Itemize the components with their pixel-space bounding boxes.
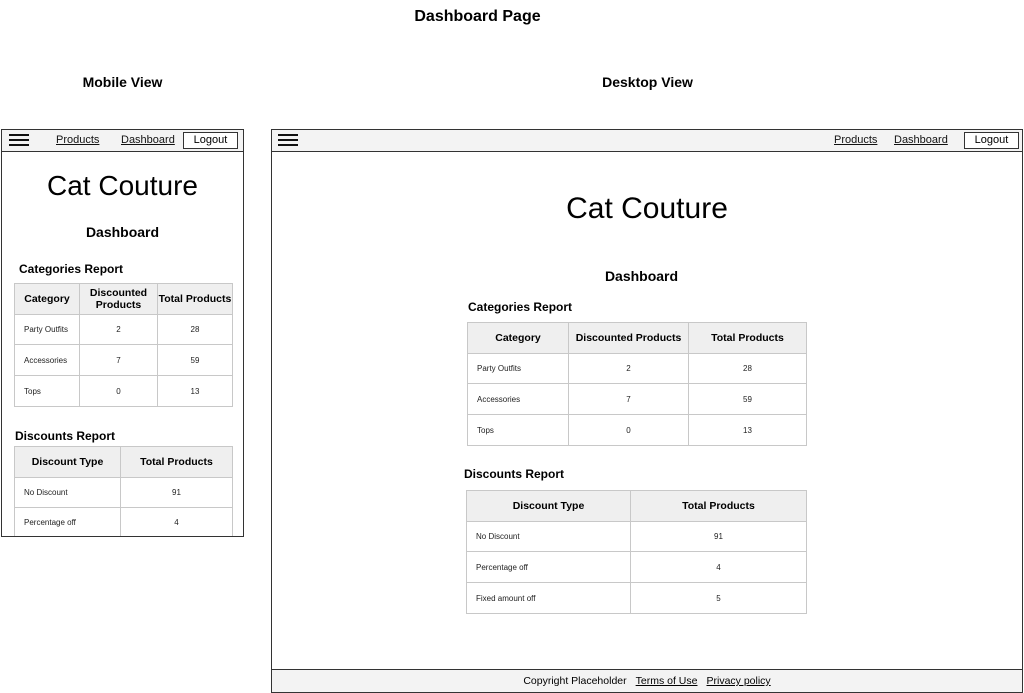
dashboard-heading: Dashboard xyxy=(85,224,160,240)
table-cell: 13 xyxy=(688,414,807,446)
desktop-view-label: Desktop View xyxy=(602,74,693,90)
nav-dashboard-link[interactable]: Dashboard xyxy=(121,134,175,146)
table-cell: 7 xyxy=(79,344,158,376)
table-cell: 59 xyxy=(688,383,807,415)
hamburger-menu-icon[interactable] xyxy=(9,134,29,147)
desktop-frame: Products Dashboard Logout Cat Couture Da… xyxy=(271,129,1023,693)
table-row: Party Outfits 2 28 xyxy=(467,353,807,384)
table-cell: 7 xyxy=(568,383,689,415)
hamburger-menu-icon[interactable] xyxy=(278,134,298,147)
categories-report-heading: Categories Report xyxy=(468,300,573,314)
discounts-table: Discount Type Total Products No Discount… xyxy=(466,490,807,614)
table-row: Tops 0 13 xyxy=(14,375,233,407)
column-header: Total Products xyxy=(157,283,233,315)
table-cell: 5 xyxy=(630,582,807,614)
table-row: Accessories 7 59 xyxy=(14,344,233,376)
table-cell: Tops xyxy=(467,414,569,446)
logout-button[interactable]: Logout xyxy=(183,132,238,149)
table-cell: Percentage off xyxy=(14,507,121,536)
column-header: Discount Type xyxy=(466,490,631,522)
discounts-table: Discount Type Total Products No Discount… xyxy=(14,446,233,536)
table-cell: 4 xyxy=(630,551,807,583)
table-cell: 2 xyxy=(79,314,158,345)
discounts-report-heading: Discounts Report xyxy=(15,429,116,443)
table-cell: 2 xyxy=(568,353,689,384)
page-title: Dashboard Page xyxy=(414,8,541,25)
categories-table: Category Discounted Products Total Produ… xyxy=(467,322,807,446)
table-row: Accessories 7 59 xyxy=(467,383,807,415)
table-cell: Accessories xyxy=(467,383,569,415)
table-row: Tops 0 13 xyxy=(467,414,807,446)
table-row: Percentage off 4 xyxy=(466,551,807,583)
brand-title: Cat Couture xyxy=(566,192,728,225)
discounts-report-heading: Discounts Report xyxy=(464,467,565,481)
mobile-view-label: Mobile View xyxy=(82,74,163,90)
categories-report-heading: Categories Report xyxy=(19,262,124,276)
column-header: Discount Type xyxy=(14,446,121,478)
mobile-navbar: Products Dashboard Logout xyxy=(2,130,243,152)
nav-dashboard-link[interactable]: Dashboard xyxy=(894,134,948,146)
table-cell: No Discount xyxy=(466,521,631,552)
table-cell: 0 xyxy=(568,414,689,446)
table-cell: No Discount xyxy=(14,477,121,508)
table-row: Percentage off 4 xyxy=(14,507,233,536)
nav-products-link[interactable]: Products xyxy=(56,134,99,146)
column-header: Total Products xyxy=(688,322,807,354)
terms-of-use-link[interactable]: Terms of Use xyxy=(636,675,698,687)
table-row: Fixed amount off 5 xyxy=(466,582,807,614)
mobile-frame: Products Dashboard Logout Cat Couture Da… xyxy=(1,129,244,537)
column-header: Discounted Products xyxy=(79,283,158,315)
copyright-text: Copyright Placeholder xyxy=(523,675,627,687)
table-cell: Accessories xyxy=(14,344,80,376)
table-cell: Tops xyxy=(14,375,80,407)
table-cell: 28 xyxy=(688,353,807,384)
column-header: Discounted Products xyxy=(568,322,689,354)
logout-button[interactable]: Logout xyxy=(964,132,1019,149)
footer: Copyright Placeholder Terms of Use Privacy… xyxy=(272,669,1022,692)
table-row: Party Outfits 2 28 xyxy=(14,314,233,345)
table-cell: Party Outfits xyxy=(14,314,80,345)
table-cell: Fixed amount off xyxy=(466,582,631,614)
table-cell: 0 xyxy=(79,375,158,407)
table-cell: 91 xyxy=(120,477,233,508)
table-cell: 59 xyxy=(157,344,233,376)
brand-title: Cat Couture xyxy=(47,170,198,201)
table-cell: Party Outfits xyxy=(467,353,569,384)
table-row: No Discount 91 xyxy=(14,477,233,508)
nav-products-link[interactable]: Products xyxy=(834,134,877,146)
table-cell: 4 xyxy=(120,507,233,536)
column-header: Category xyxy=(14,283,80,315)
table-cell: 28 xyxy=(157,314,233,345)
column-header: Total Products xyxy=(120,446,233,478)
table-row: No Discount 91 xyxy=(466,521,807,552)
column-header: Total Products xyxy=(630,490,807,522)
table-cell: Percentage off xyxy=(466,551,631,583)
desktop-navbar: Products Dashboard Logout xyxy=(272,130,1022,152)
categories-table: Category Discounted Products Total Produ… xyxy=(14,283,233,407)
privacy-policy-link[interactable]: Privacy policy xyxy=(706,675,770,687)
table-cell: 91 xyxy=(630,521,807,552)
column-header: Category xyxy=(467,322,569,354)
dashboard-heading: Dashboard xyxy=(604,268,679,284)
table-cell: 13 xyxy=(157,375,233,407)
